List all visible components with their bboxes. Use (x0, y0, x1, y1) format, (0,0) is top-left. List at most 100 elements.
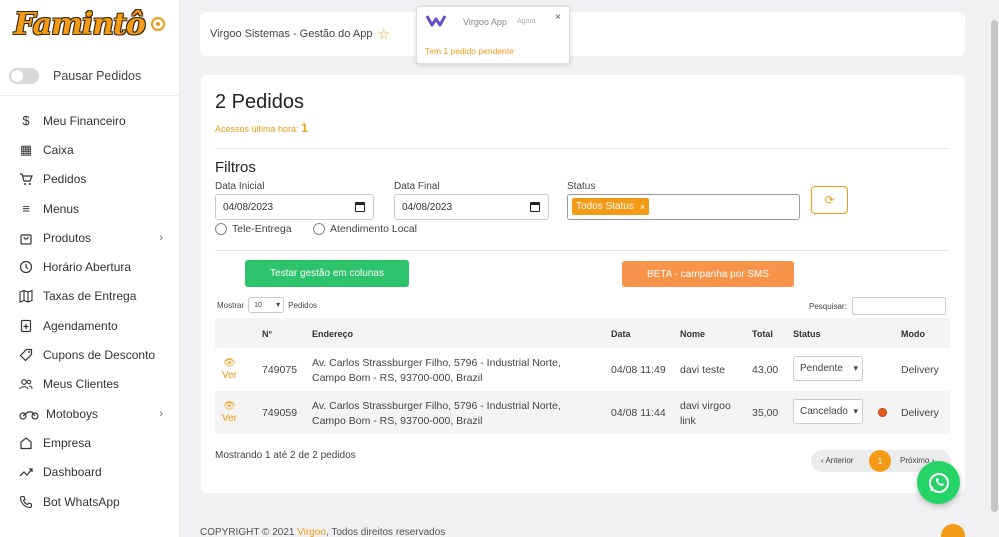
sidebar-item-bot-whatsapp[interactable]: Bot WhatsApp (0, 487, 179, 516)
sidebar-item-label: Caixa (43, 142, 74, 157)
end-date-input[interactable]: 04/08/2023 (394, 194, 549, 220)
sidebar-item-motoboys[interactable]: Motoboys › (0, 399, 179, 428)
radio-label: Tele-Entrega (232, 223, 292, 235)
radio-label: Atendimento Local (330, 223, 417, 235)
sidebar-item-label: Dashboard (43, 465, 102, 480)
footer-brand-link[interactable]: Virgoo (297, 527, 326, 537)
remove-chip-icon[interactable]: × (640, 202, 645, 212)
sidebar-item-meus-clientes[interactable]: Meus Clientes (0, 370, 179, 399)
top-bar: Virgoo Sistemas - Gestão do App ☆ (200, 12, 965, 56)
prev-page-button[interactable]: ‹ Anterior (821, 456, 853, 465)
sidebar-item-dashboard[interactable]: Dashboard (0, 458, 179, 487)
col-num[interactable]: N° (262, 329, 272, 339)
notification-toast[interactable]: Virgoo App Agora × Tem 1 pedido pendente (416, 6, 570, 64)
table-row: 👁 Ver 749059 Av. Carlos Strassburger Filh… (215, 391, 950, 434)
close-icon[interactable]: × (555, 12, 561, 23)
scroll-top-button[interactable] (941, 524, 965, 537)
page-size-control: Mostrar 10 Pedidos (217, 297, 317, 313)
dollar-icon: $ (22, 113, 30, 129)
calendar-icon[interactable] (530, 202, 540, 212)
orders-heading: 2 Pedidos (215, 91, 304, 113)
table-header: N° Endereço Data Nome Total Status Modo (215, 318, 950, 348)
clock-icon (19, 260, 33, 274)
test-columns-button[interactable]: Testar gestão em colunas (245, 260, 409, 287)
orders-table: N° Endereço Data Nome Total Status Modo … (215, 318, 950, 434)
sidebar-item-pedidos[interactable]: Pedidos (0, 165, 179, 194)
table-row: 👁 Ver 749075 Av. Carlos Strassburger Filh… (215, 348, 950, 391)
col-data[interactable]: Data (611, 329, 631, 339)
order-name-line2: link (680, 415, 696, 427)
sidebar-item-menus[interactable]: ≡ Menus (0, 194, 179, 223)
orders-card: 2 Pedidos Acessos última hora: 1 Filtros… (201, 75, 965, 493)
col-nome[interactable]: Nome (680, 329, 705, 339)
order-name: davi teste (680, 364, 725, 376)
order-status-select[interactable]: Cancelado (793, 399, 863, 424)
whatsapp-icon (928, 472, 949, 493)
radio-circle[interactable] (313, 223, 325, 235)
sidebar-item-taxas-de-entrega[interactable]: Taxas de Entrega (0, 282, 179, 311)
refresh-button[interactable]: ⟳ (811, 186, 848, 214)
sidebar-item-label: Pedidos (43, 172, 87, 187)
sidebar-item-cupons-de-desconto[interactable]: Cupons de Desconto (0, 340, 179, 369)
end-date-value: 04/08/2023 (402, 201, 453, 213)
col-total[interactable]: Total (752, 329, 773, 339)
start-date-input[interactable]: 04/08/2023 (215, 194, 374, 220)
sidebar-item-empresa[interactable]: Empresa (0, 428, 179, 457)
col-modo[interactable]: Modo (901, 329, 925, 339)
divider (215, 250, 950, 251)
status-multiselect[interactable]: Todos Status × (567, 194, 800, 220)
sidebar-item-label: Agendamento (43, 318, 118, 333)
pause-orders-toggle[interactable] (9, 67, 39, 84)
menu-icon: ≡ (22, 201, 30, 217)
status-chip-label: Todos Status (576, 201, 634, 212)
sidebar-item-produtos[interactable]: Produtos › (0, 223, 179, 252)
chevron-right-icon: › (159, 407, 163, 420)
order-mode: Delivery (901, 407, 939, 419)
sidebar-item-label: Cupons de Desconto (43, 348, 156, 363)
settings-gear-icon[interactable] (151, 17, 165, 31)
search-control: Pesquisar: (809, 297, 946, 315)
sidebar-item-horario-abertura[interactable]: Horário Abertura (0, 252, 179, 281)
search-label: Pesquisar: (809, 301, 847, 311)
orders-label: Pedidos (288, 300, 318, 310)
order-date: 04/08 11:44 (611, 407, 666, 419)
whatsapp-button[interactable] (917, 461, 960, 504)
order-status-select[interactable]: Pendente (793, 356, 863, 381)
star-icon[interactable]: ☆ (377, 26, 390, 43)
radio-tele-entrega[interactable]: Tele-Entrega (215, 223, 292, 235)
search-input[interactable] (851, 297, 946, 315)
tag-icon (19, 348, 33, 362)
app-logo[interactable]: Famintô (14, 7, 146, 42)
view-order-link[interactable]: 👁 Ver (222, 358, 237, 382)
status-chip[interactable]: Todos Status × (572, 198, 650, 215)
sidebar-item-meu-financeiro[interactable]: $ Meu Financeiro (0, 106, 179, 135)
view-label: Ver (222, 370, 238, 381)
table-icon: ▦ (19, 141, 33, 157)
sidebar-item-caixa[interactable]: ▦ Caixa (0, 135, 179, 164)
page-title: Virgoo Sistemas - Gestão do App (210, 28, 373, 40)
refresh-icon: ⟳ (824, 193, 835, 207)
col-endereco[interactable]: Endereço (312, 329, 353, 339)
show-label: Mostrar (217, 300, 245, 310)
access-label: Acessos última hora: (215, 124, 299, 134)
order-total: 43,00 (752, 364, 779, 376)
scrollbar-thumb[interactable] (991, 20, 998, 512)
radio-atendimento-local[interactable]: Atendimento Local (313, 223, 417, 235)
page-scrollbar[interactable] (990, 0, 999, 537)
end-date-label: Data Final (394, 181, 440, 192)
view-label: Ver (222, 413, 238, 424)
chevron-right-icon: › (159, 231, 163, 244)
order-date: 04/08 11:49 (611, 364, 666, 376)
eye-icon: 👁 (223, 358, 236, 369)
sms-campaign-button[interactable]: BETA - campanha por SMS (622, 261, 794, 287)
order-mode: Delivery (901, 364, 939, 376)
col-status[interactable]: Status (793, 329, 821, 339)
view-order-link[interactable]: 👁 Ver (222, 401, 237, 425)
sidebar-item-agendamento[interactable]: Agendamento (0, 311, 179, 340)
footer-rights: , Todos direitos reservados (325, 527, 446, 537)
calendar-icon[interactable] (355, 202, 365, 212)
page-size-select[interactable]: 10 (248, 297, 285, 313)
radio-circle[interactable] (215, 223, 227, 235)
sidebar-item-label: Produtos (43, 230, 92, 245)
page-1-button[interactable]: 1 (869, 450, 891, 472)
